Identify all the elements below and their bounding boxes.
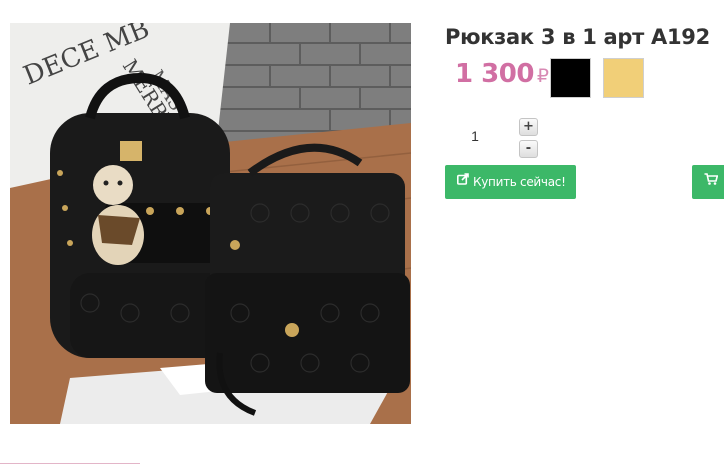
product-price: 1 300 ₽ [455,59,549,89]
currency-symbol: ₽ [536,65,549,87]
cart-icon [704,164,719,198]
buy-now-button[interactable]: Купить сейчас! [445,165,576,199]
buy-now-label: Купить сейчас! [473,175,566,189]
quantity-input[interactable] [460,128,490,144]
product-photo-illustration: DECE MB MERRY- MAS [10,23,411,424]
quantity-plus-button[interactable]: + [519,118,538,136]
color-swatch-sand[interactable] [603,58,644,98]
color-swatch-black[interactable] [550,58,591,98]
external-link-icon [457,164,469,198]
product-image[interactable]: DECE MB MERRY- MAS [10,23,411,424]
price-value: 1 300 [455,59,534,89]
product-title: Рюкзак 3 в 1 арт А192 [445,25,710,49]
quantity-minus-button[interactable]: - [519,140,538,158]
add-to-cart-button[interactable] [692,165,724,199]
